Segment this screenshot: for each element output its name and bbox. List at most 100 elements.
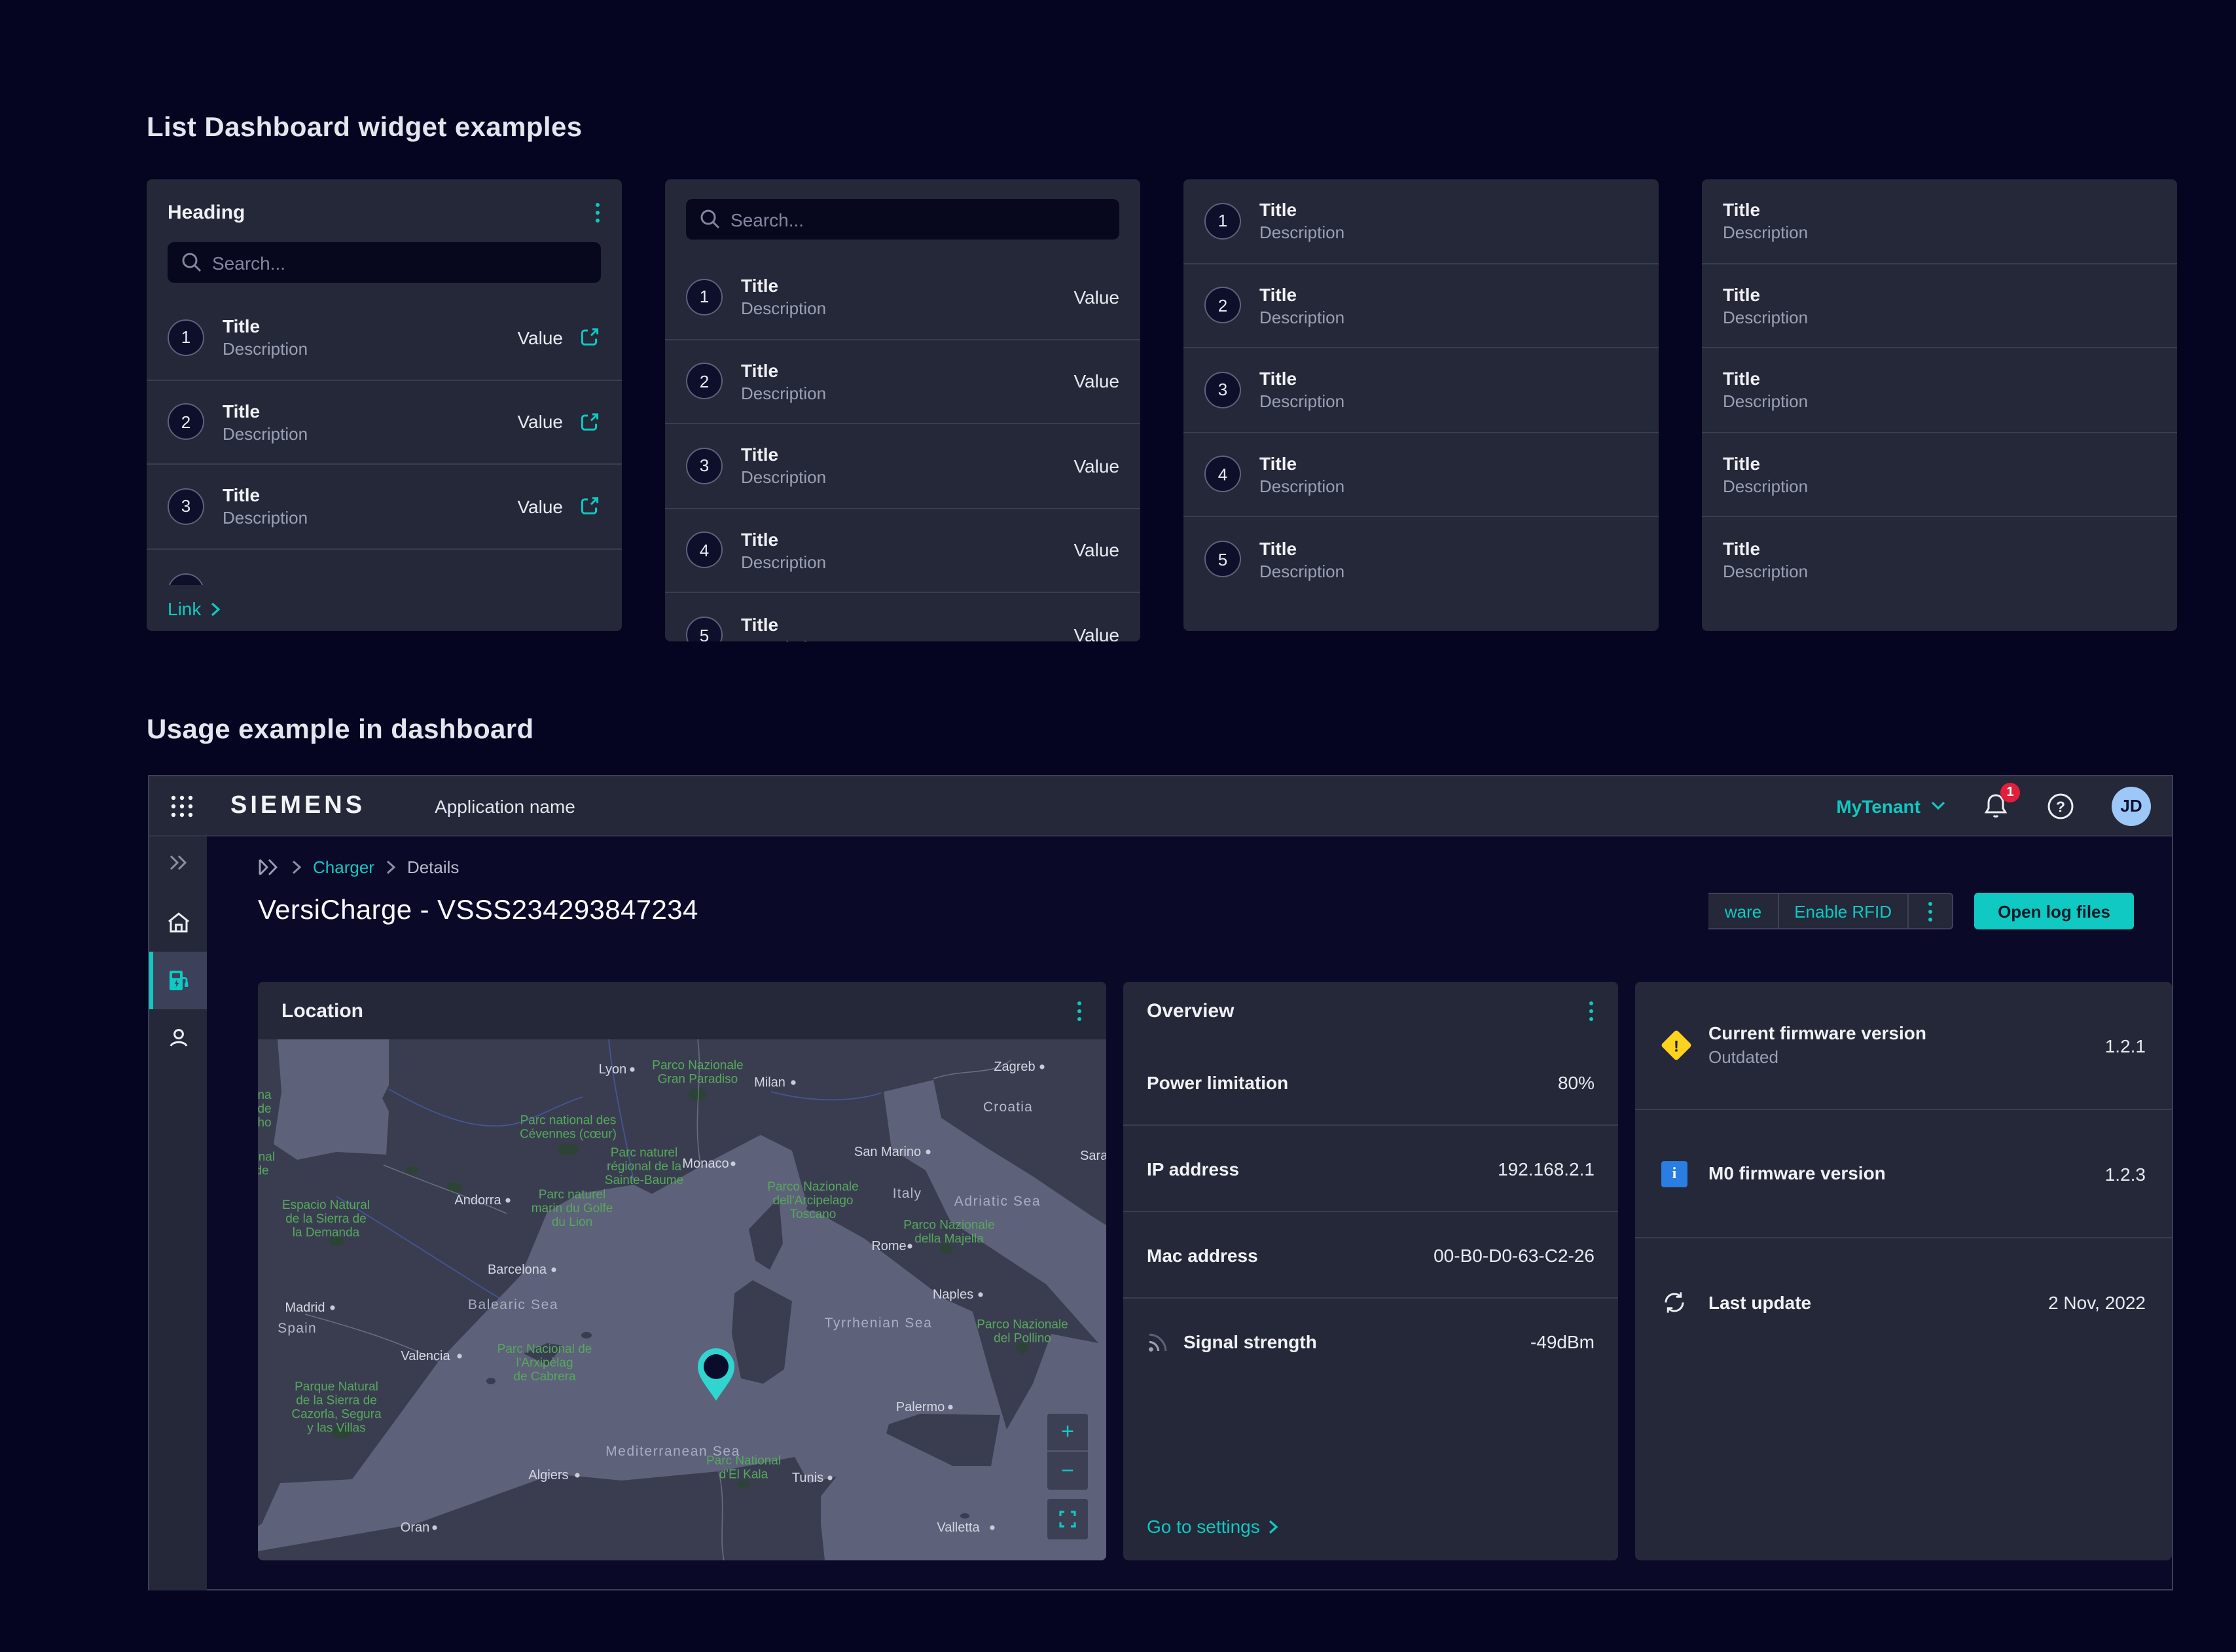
list-item: 5 TitleDescription	[1183, 517, 1659, 602]
enable-rfid-button[interactable]: Enable RFID	[1778, 894, 1909, 928]
sidebar-item-home[interactable]	[149, 894, 207, 952]
item-description: Description	[1259, 222, 1638, 244]
go-to-settings-link[interactable]: Go to settings	[1147, 1516, 1278, 1537]
row-sublabel: Outdated	[1708, 1046, 1926, 1069]
kebab-menu-icon[interactable]	[1585, 997, 1597, 1024]
person-icon	[166, 1026, 190, 1050]
item-title: Title	[1723, 452, 2156, 475]
row-value: 80%	[1558, 1071, 1595, 1092]
item-number: 3	[686, 448, 723, 484]
siemens-logo: SIEMENS	[230, 791, 365, 820]
ev-charger-icon	[166, 969, 190, 992]
map[interactable]: LyonMilanZagrebSarajevCroatiaSan MarinoM…	[258, 1039, 1106, 1560]
external-link-icon[interactable]	[579, 327, 601, 349]
item-description: Description	[1723, 222, 2156, 244]
breadcrumb-charger[interactable]: Charger	[313, 857, 374, 877]
widget-search-value-list: 1 TitleDescription Value 2 TitleDescript…	[665, 179, 1140, 641]
map-fullscreen-button[interactable]	[1047, 1499, 1088, 1539]
app-switcher-icon[interactable]	[170, 794, 194, 817]
widget-heading-search-list: Heading 1 TitleDescription Value 2 Ti	[147, 179, 622, 631]
row-label: Power limitation	[1147, 1071, 1288, 1092]
action-button-group: ware Enable RFID	[1709, 893, 1953, 929]
kebab-menu-icon[interactable]	[592, 198, 604, 226]
widget-plain-list: TitleDescription TitleDescription TitleD…	[1702, 179, 2177, 631]
kebab-menu-icon[interactable]	[1073, 997, 1085, 1024]
item-description: Description	[1723, 560, 2156, 583]
list-item: 3 TitleDescription	[1183, 348, 1659, 433]
more-actions-button[interactable]	[1909, 894, 1952, 928]
firmware-card: ! Current firmware version Outdated 1.2.…	[1635, 982, 2172, 1560]
item-number: 2	[168, 404, 204, 440]
tenant-selector[interactable]: MyTenant	[1836, 795, 1945, 816]
item-title: Title	[1723, 537, 2156, 560]
open-log-files-button[interactable]: Open log files	[1974, 893, 2134, 929]
list-item: TitleDescription	[1702, 517, 2177, 602]
item-title: Title	[1259, 283, 1638, 306]
breadcrumb: Charger Details	[258, 857, 459, 877]
svg-text:San Marino: San Marino	[854, 1145, 921, 1159]
svg-text:Madrid: Madrid	[285, 1301, 325, 1315]
breadcrumb-root-icon[interactable]	[258, 859, 280, 876]
overview-row: Signal strength -49dBm	[1123, 1299, 1618, 1385]
list-item: 1 TitleDescription	[1183, 179, 1659, 264]
svg-text:Parc naturelrégional de laSain: Parc naturelrégional de laSainte-Baume	[605, 1146, 683, 1187]
item-title: Title	[1723, 198, 2156, 222]
item-title: Title	[1723, 367, 2156, 391]
svg-text:Adriatic Sea: Adriatic Sea	[954, 1194, 1041, 1209]
avatar[interactable]: JD	[2112, 786, 2151, 825]
item-number: 4	[1204, 456, 1241, 493]
external-link-icon[interactable]	[579, 411, 601, 433]
fullscreen-icon	[1059, 1511, 1076, 1528]
item-value: Value	[1073, 625, 1119, 642]
overview-row: Mac address 00-B0-D0-63-C2-26	[1123, 1212, 1618, 1299]
firmware-row: i M0 firmware version 1.2.3	[1635, 1110, 2172, 1238]
breadcrumb-details: Details	[407, 857, 460, 877]
overview-row: IP address 192.168.2.1	[1123, 1126, 1618, 1212]
update-firmware-button-clipped[interactable]: ware	[1709, 894, 1778, 928]
help-icon: ?	[2046, 791, 2075, 820]
help-button[interactable]: ?	[2046, 791, 2075, 820]
svg-text:Milan: Milan	[754, 1075, 785, 1090]
item-description: Description	[1259, 560, 1638, 583]
item-value: Value	[517, 412, 563, 433]
sidebar-expand-button[interactable]	[149, 836, 207, 889]
search-input[interactable]	[686, 199, 1119, 240]
row-label: M0 firmware version	[1708, 1161, 1886, 1186]
item-description: Description	[223, 338, 504, 361]
widget-footer-link[interactable]: Link	[168, 598, 219, 619]
sidebar-item-user[interactable]	[149, 1009, 207, 1067]
row-label: Last update	[1708, 1290, 1811, 1315]
list-item: TitleDescription	[1702, 433, 2177, 517]
external-link-icon[interactable]	[579, 495, 601, 518]
info-icon: i	[1661, 1160, 1687, 1187]
list-item: 3 TitleDescription Value	[147, 465, 622, 549]
item-title: Title	[741, 274, 1060, 298]
sidebar	[149, 836, 207, 1590]
svg-text:Parco NazionaleGran Paradiso: Parco NazionaleGran Paradiso	[652, 1059, 743, 1086]
svg-text:Rome: Rome	[871, 1239, 906, 1253]
item-title: Title	[1723, 283, 2156, 306]
svg-text:Naples: Naples	[933, 1287, 973, 1302]
list-item: TitleDescription	[1702, 348, 2177, 433]
item-number: 1	[686, 279, 723, 315]
search-input[interactable]	[168, 242, 601, 283]
item-number: 5	[1204, 541, 1241, 578]
widget-heading: Heading	[168, 201, 245, 223]
item-description: Description	[741, 382, 1060, 404]
row-label: Mac address	[1147, 1244, 1258, 1265]
map-zoom-out-button[interactable]: −	[1047, 1452, 1088, 1490]
location-pin	[695, 1348, 737, 1403]
svg-text:Valencia: Valencia	[401, 1349, 450, 1363]
widgets-row: Heading 1 TitleDescription Value 2 Ti	[147, 179, 2177, 641]
firmware-row: Last update 2 Nov, 2022	[1635, 1238, 2172, 1367]
home-icon	[166, 911, 190, 935]
chevron-right-icon	[386, 860, 395, 874]
notifications-button[interactable]: 1	[1982, 791, 2010, 820]
svg-text:Barcelona: Barcelona	[488, 1263, 547, 1277]
map-zoom-in-button[interactable]: +	[1047, 1414, 1088, 1452]
sidebar-item-charger[interactable]	[149, 952, 207, 1009]
item-title: Title	[1259, 452, 1638, 475]
page-title: VersiCharge - VSSS234293847234	[258, 895, 698, 927]
dashboard-frame: SIEMENS Application name MyTenant 1	[148, 775, 2173, 1590]
item-description: Description	[1259, 391, 1638, 413]
